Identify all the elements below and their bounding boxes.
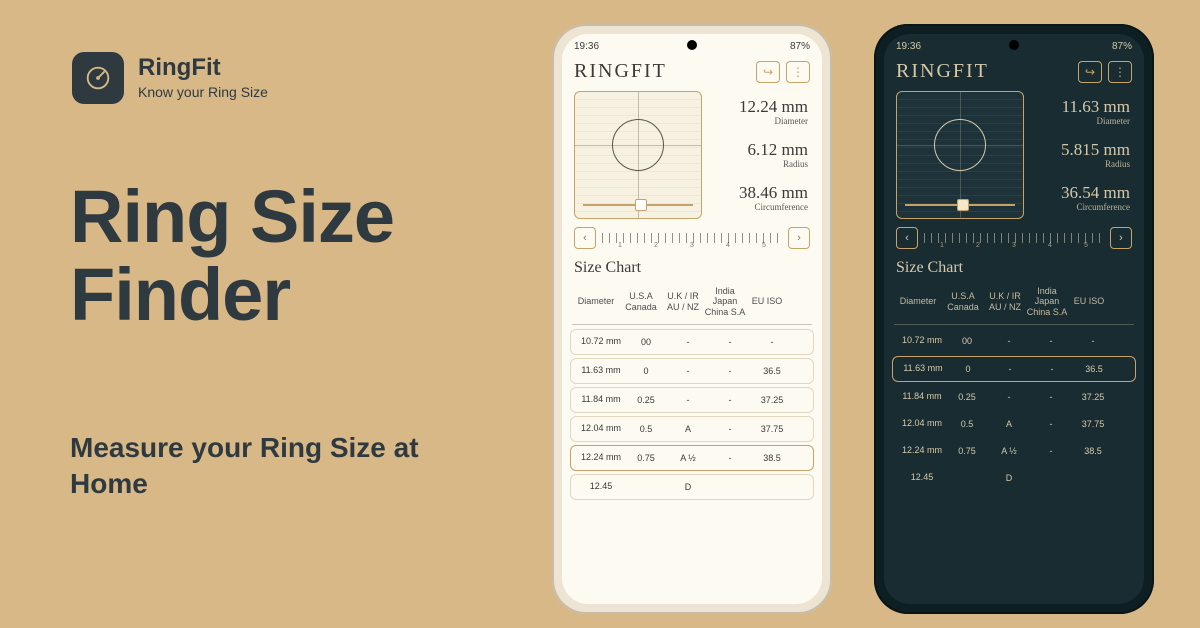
- size-chart-row[interactable]: 11.63 mm0--36.5: [892, 356, 1136, 382]
- diameter-value: 12.24 mm: [739, 98, 808, 115]
- diameter-label: Diameter: [1062, 116, 1130, 126]
- size-chart-row[interactable]: 12.04 mm0.5A-37.75: [892, 412, 1136, 436]
- size-chart-row[interactable]: 12.24 mm0.75A ½-38.5: [892, 439, 1136, 463]
- size-chart-row[interactable]: 12.24 mm0.75A ½-38.5: [570, 445, 814, 471]
- slider-thumb[interactable]: [957, 199, 969, 211]
- hero-title-line2: Finder: [70, 253, 290, 336]
- share-button[interactable]: ↪: [1078, 61, 1102, 83]
- camera-notch: [687, 40, 697, 50]
- app-logo-icon: [72, 52, 124, 104]
- circumference-value: 38.46 mm: [739, 184, 808, 201]
- size-chart-row[interactable]: 10.72 mm00---: [570, 329, 814, 355]
- ruler-prev-button[interactable]: ‹: [896, 227, 918, 249]
- size-chart-row[interactable]: 12.45D: [892, 466, 1136, 490]
- measurements: 11.63 mmDiameter 5.815 mmRadius 36.54 mm…: [1032, 91, 1132, 219]
- hero-title-line1: Ring Size: [70, 175, 394, 258]
- size-chart-row[interactable]: 10.72 mm00---: [892, 329, 1136, 353]
- diameter-value: 11.63 mm: [1062, 98, 1130, 115]
- app-title: RINGFIT: [896, 60, 989, 83]
- brand-name: RingFit: [138, 56, 268, 80]
- ring-circle-icon: [934, 119, 986, 171]
- circumference-value: 36.54 mm: [1061, 184, 1130, 201]
- radius-label: Radius: [1061, 159, 1130, 169]
- size-chart-title: Size Chart: [884, 249, 1144, 281]
- ruler-scale[interactable]: 1 2 3 4 5: [924, 227, 1104, 249]
- ring-circle-icon: [612, 119, 664, 171]
- size-chart-row[interactable]: 11.63 mm0--36.5: [570, 358, 814, 384]
- diameter-label: Diameter: [739, 116, 808, 126]
- slider-thumb[interactable]: [635, 199, 647, 211]
- ruler-next-button[interactable]: ›: [788, 227, 810, 249]
- ring-sizer-grid[interactable]: [896, 91, 1024, 219]
- status-time: 19:36: [896, 41, 921, 52]
- circumference-label: Circumference: [739, 202, 808, 212]
- ring-sizer-grid[interactable]: [574, 91, 702, 219]
- size-chart-row[interactable]: 11.84 mm0.25--37.25: [570, 387, 814, 413]
- menu-button[interactable]: ⋮: [786, 61, 810, 83]
- size-chart-row[interactable]: 12.45D: [570, 474, 814, 500]
- measurements: 12.24 mmDiameter 6.12 mmRadius 38.46 mmC…: [710, 91, 810, 219]
- radius-value: 5.815 mm: [1061, 141, 1130, 158]
- phone-dark: 19:36 87% RINGFIT ↪ ⋮ 11.63 mmDiameter 5…: [874, 24, 1154, 614]
- status-battery: 87%: [790, 41, 810, 52]
- share-button[interactable]: ↪: [756, 61, 780, 83]
- size-chart-title: Size Chart: [562, 249, 822, 281]
- hero-subtitle: Measure your Ring Size at Home: [70, 430, 450, 503]
- ruler-scale[interactable]: 1 2 3 4 5: [602, 227, 782, 249]
- radius-label: Radius: [748, 159, 808, 169]
- size-chart-header: Diameter U.S.A Canada U.K / IR AU / NZ I…: [562, 281, 822, 322]
- status-time: 19:36: [574, 41, 599, 52]
- size-chart-row[interactable]: 11.84 mm0.25--37.25: [892, 385, 1136, 409]
- radius-value: 6.12 mm: [748, 141, 808, 158]
- ruler-next-button[interactable]: ›: [1110, 227, 1132, 249]
- phone-light: 19:36 87% RINGFIT ↪ ⋮ 12.24 mmDiameter 6…: [552, 24, 832, 614]
- size-chart-header: Diameter U.S.A Canada U.K / IR AU / NZ I…: [884, 281, 1144, 322]
- camera-notch: [1009, 40, 1019, 50]
- status-battery: 87%: [1112, 41, 1132, 52]
- hero-title: Ring Size Finder: [70, 178, 394, 333]
- brand-block: RingFit Know your Ring Size: [72, 52, 268, 104]
- app-title: RINGFIT: [574, 60, 667, 83]
- ruler-prev-button[interactable]: ‹: [574, 227, 596, 249]
- circumference-label: Circumference: [1061, 202, 1130, 212]
- size-chart-row[interactable]: 12.04 mm0.5A-37.75: [570, 416, 814, 442]
- brand-tagline: Know your Ring Size: [138, 84, 268, 100]
- menu-button[interactable]: ⋮: [1108, 61, 1132, 83]
